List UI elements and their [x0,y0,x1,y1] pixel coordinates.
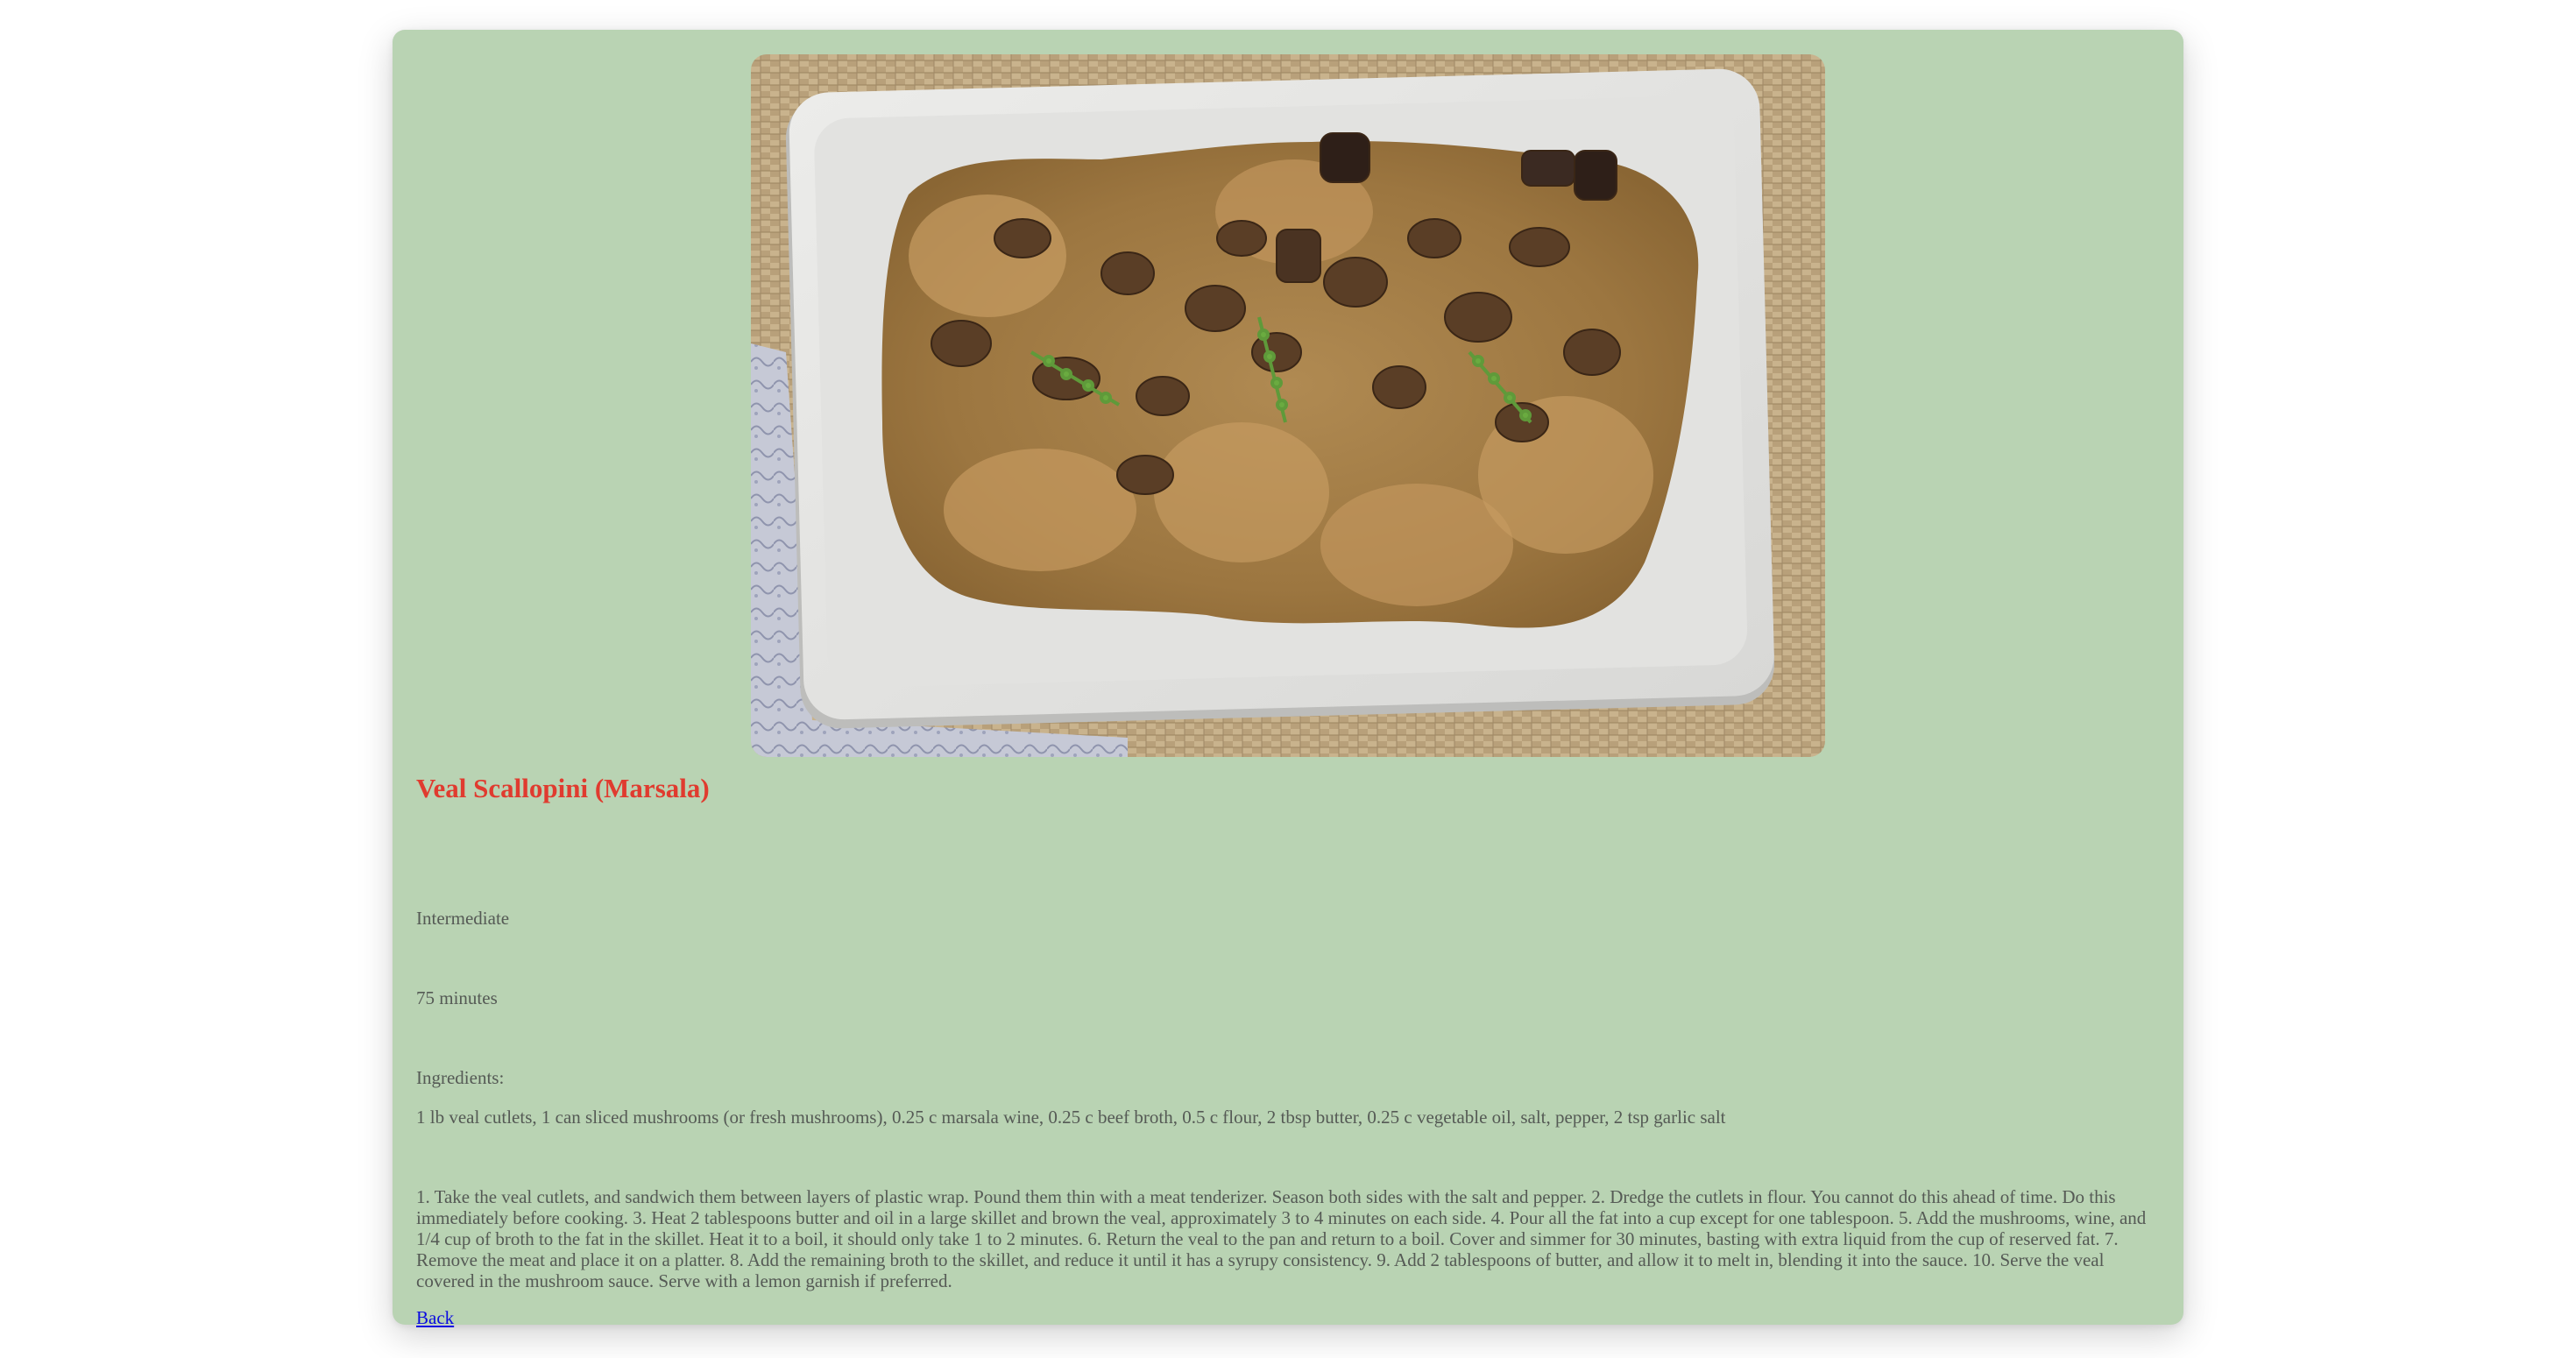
recipe-details: Veal Scallopini (Marsala) Intermediate 7… [416,773,2160,1328]
cook-time: 75 minutes [416,987,498,1008]
instructions-text: 1. Take the veal cutlets, and sandwich t… [416,1186,2147,1291]
difficulty-level: Intermediate [416,908,510,929]
ingredients-label: Ingredients: [416,1067,505,1088]
recipe-card: Veal Scallopini (Marsala) Intermediate 7… [393,30,2183,1328]
recipe-photo [751,54,1825,757]
ingredients-list: 1 lb veal cutlets, 1 can sliced mushroom… [416,1107,1726,1128]
back-link[interactable]: Back [416,1307,454,1329]
recipe-title: Veal Scallopini (Marsala) [416,773,710,803]
veal-with-sauce [881,141,1699,628]
